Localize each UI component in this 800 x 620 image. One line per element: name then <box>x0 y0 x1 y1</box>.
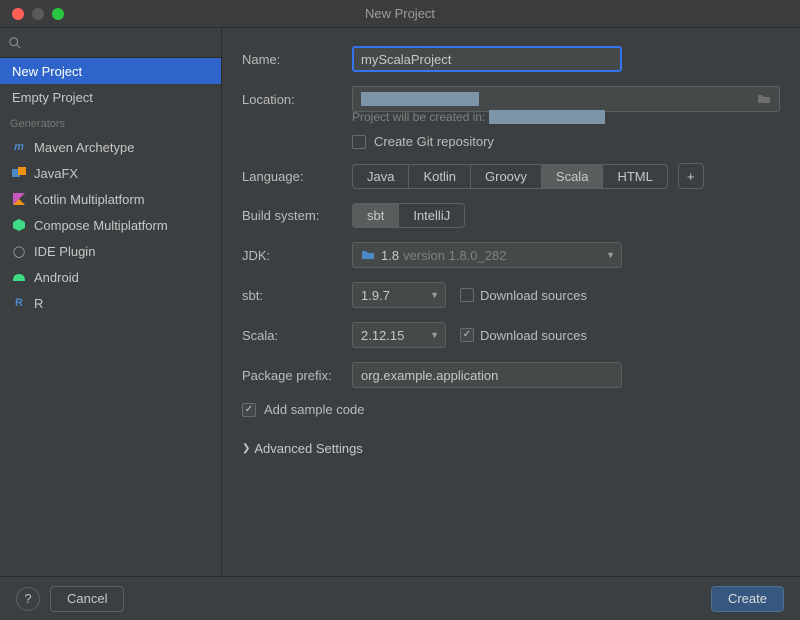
scala-label: Scala: <box>242 328 352 343</box>
titlebar: New Project <box>0 0 800 28</box>
scala-dropdown[interactable]: 2.12.15 ▼ <box>352 322 446 348</box>
sidebar-item-javafx[interactable]: JavaFX <box>0 160 221 186</box>
name-label: Name: <box>242 52 352 67</box>
sidebar-item-label: Maven Archetype <box>34 140 134 155</box>
build-sbt[interactable]: sbt <box>353 204 399 227</box>
build-intellij[interactable]: IntelliJ <box>399 204 464 227</box>
sidebar-item-label: IDE Plugin <box>34 244 95 259</box>
location-hint-row: Project will be created in: <box>352 110 780 124</box>
sidebar-item-label: JavaFX <box>34 166 78 181</box>
sbt-dropdown[interactable]: 1.9.7 ▼ <box>352 282 446 308</box>
minimize-window-icon[interactable] <box>32 8 44 20</box>
form-area: Name: Location: Project will be created … <box>222 28 800 576</box>
location-label: Location: <box>242 92 352 107</box>
jdk-dropdown[interactable]: 1.8 version 1.8.0_282 ▼ <box>352 242 622 268</box>
sidebar-item-kotlin-multiplatform[interactable]: Kotlin Multiplatform <box>0 186 221 212</box>
scala-value: 2.12.15 <box>361 328 404 343</box>
sample-checkbox[interactable] <box>242 403 256 417</box>
maven-icon: m <box>12 140 26 154</box>
sidebar-item-label: R <box>34 296 43 311</box>
kotlin-icon <box>12 192 26 206</box>
git-checkbox[interactable] <box>352 135 366 149</box>
chevron-right-icon: ❯ <box>242 443 250 454</box>
chevron-down-icon: ▼ <box>606 250 615 260</box>
scala-download-checkbox[interactable] <box>460 328 474 342</box>
search-row <box>0 28 221 58</box>
sidebar-item-label: Kotlin Multiplatform <box>34 192 145 207</box>
name-input[interactable] <box>352 46 622 72</box>
window-title: New Project <box>0 6 800 21</box>
sample-label: Add sample code <box>264 402 364 417</box>
bottom-bar: ? Cancel Create <box>0 576 800 620</box>
compose-icon <box>12 218 26 232</box>
scala-download-label: Download sources <box>480 328 587 343</box>
window-controls <box>0 8 64 20</box>
sbt-label: sbt: <box>242 288 352 303</box>
sidebar-item-compose-multiplatform[interactable]: Compose Multiplatform <box>0 212 221 238</box>
chevron-down-icon: ▼ <box>430 330 439 340</box>
language-scala[interactable]: Scala <box>542 165 604 188</box>
search-icon[interactable] <box>8 36 22 50</box>
close-window-icon[interactable] <box>12 8 24 20</box>
advanced-label: Advanced Settings <box>254 441 362 456</box>
sidebar-item-android[interactable]: Android <box>0 264 221 290</box>
sidebar-item-empty-project[interactable]: Empty Project <box>0 84 221 110</box>
sbt-download-checkbox[interactable] <box>460 288 474 302</box>
sidebar: New Project Empty Project Generators m M… <box>0 28 222 576</box>
location-hint-redacted <box>489 110 605 124</box>
folder-icon[interactable] <box>757 93 771 105</box>
git-label: Create Git repository <box>374 134 494 149</box>
build-segment: sbt IntelliJ <box>352 203 465 228</box>
jdk-value: 1.8 <box>381 248 399 263</box>
help-button[interactable]: ? <box>16 587 40 611</box>
language-groovy[interactable]: Groovy <box>471 165 542 188</box>
chevron-down-icon: ▼ <box>430 290 439 300</box>
javafx-icon <box>12 166 26 180</box>
sidebar-item-r[interactable]: R R <box>0 290 221 316</box>
create-button[interactable]: Create <box>711 586 784 612</box>
advanced-settings-toggle[interactable]: ❯ Advanced Settings <box>242 441 780 456</box>
language-label: Language: <box>242 169 352 184</box>
sidebar-item-new-project[interactable]: New Project <box>0 58 221 84</box>
jdk-version: version 1.8.0_282 <box>403 248 506 263</box>
package-label: Package prefix: <box>242 368 352 383</box>
package-input[interactable] <box>352 362 622 388</box>
maximize-window-icon[interactable] <box>52 8 64 20</box>
sbt-value: 1.9.7 <box>361 288 390 303</box>
location-hint: Project will be created in: <box>352 110 485 124</box>
sidebar-item-label: New Project <box>12 64 82 79</box>
language-segment: Java Kotlin Groovy Scala HTML <box>352 164 668 189</box>
language-kotlin[interactable]: Kotlin <box>409 165 471 188</box>
add-language-button[interactable]: + <box>678 163 704 189</box>
sidebar-item-ide-plugin[interactable]: ◯ IDE Plugin <box>0 238 221 264</box>
sidebar-item-label: Empty Project <box>12 90 93 105</box>
language-html[interactable]: HTML <box>603 165 666 188</box>
build-label: Build system: <box>242 208 352 223</box>
jdk-label: JDK: <box>242 248 352 263</box>
location-redacted <box>361 92 479 106</box>
sidebar-item-maven-archetype[interactable]: m Maven Archetype <box>0 134 221 160</box>
cancel-button[interactable]: Cancel <box>50 586 124 612</box>
sidebar-item-label: Android <box>34 270 79 285</box>
folder-icon <box>361 249 375 261</box>
android-icon <box>12 270 26 284</box>
sidebar-item-label: Compose Multiplatform <box>34 218 168 233</box>
location-input[interactable] <box>352 86 780 112</box>
sbt-download-label: Download sources <box>480 288 587 303</box>
generators-heading: Generators <box>0 110 221 134</box>
language-java[interactable]: Java <box>353 165 409 188</box>
plugin-icon: ◯ <box>12 244 26 258</box>
r-icon: R <box>12 296 26 310</box>
